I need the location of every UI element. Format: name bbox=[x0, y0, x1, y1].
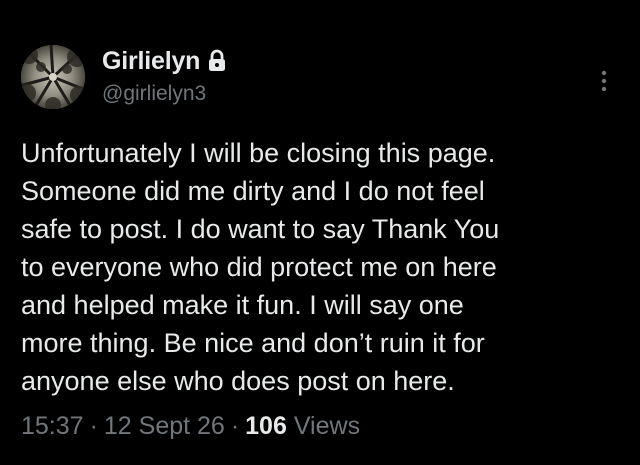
author-display-name[interactable]: Girlielyn bbox=[102, 47, 200, 76]
tweet-text-line: anyone else who does post on here. bbox=[21, 366, 455, 396]
author-name-row: Girlielyn bbox=[102, 46, 227, 76]
tweet-text-line: to everyone who did protect me on here bbox=[21, 252, 497, 282]
forest-canopy-avatar-icon bbox=[21, 45, 85, 109]
views-label[interactable]: Views bbox=[294, 412, 360, 440]
tweet-text-line: Unfortunately I will be closing this pag… bbox=[21, 138, 496, 168]
tweet-time[interactable]: 15:37 bbox=[21, 412, 84, 440]
tweet-text-line: safe to post. I do want to say Thank You bbox=[21, 214, 500, 244]
lock-icon bbox=[207, 49, 227, 73]
tweet-text-line: and helped make it fun. I will say one bbox=[21, 290, 464, 320]
tweet-date[interactable]: 12 Sept 26 bbox=[104, 412, 225, 440]
tweet-text-line: Someone did me dirty and I do not feel bbox=[21, 176, 485, 206]
more-vertical-icon[interactable] bbox=[594, 66, 614, 96]
meta-separator: · bbox=[89, 412, 98, 440]
avatar[interactable] bbox=[21, 45, 85, 109]
meta-separator: · bbox=[230, 412, 240, 440]
author-handle[interactable]: @girlielyn3 bbox=[102, 82, 206, 106]
tweet-meta: 15:37 · 12 Sept 26 · 106 Views bbox=[21, 412, 360, 441]
tweet-text-line: more thing. Be nice and don’t ruin it fo… bbox=[21, 328, 485, 358]
tweet-card: Girlielyn @girlielyn3 Unfortunately I wi… bbox=[0, 0, 640, 465]
views-count[interactable]: 106 bbox=[245, 412, 287, 440]
tweet-text: Unfortunately I will be closing this pag… bbox=[21, 134, 621, 400]
